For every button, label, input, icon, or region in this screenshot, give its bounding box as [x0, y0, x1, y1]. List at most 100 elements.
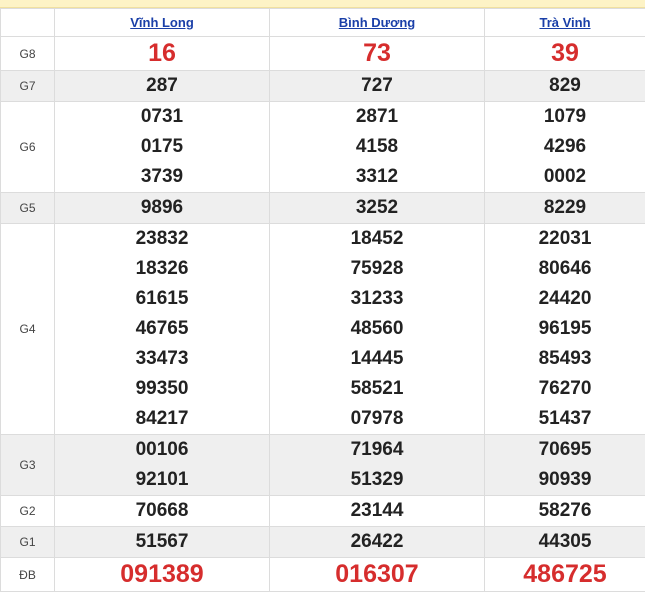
result-number: 9896 — [140, 197, 184, 218]
prize-row-6: G2 70668 23144 58276 — [0, 495, 645, 527]
result-number: 727 — [361, 75, 393, 96]
result-cell: 23832 18326 61615 46765 33473 99350 84217 — [54, 223, 270, 435]
result-cell: 26422 — [269, 526, 485, 558]
result-number: 22031 — [538, 228, 592, 249]
result-number: 76270 — [538, 378, 592, 399]
result-number: 44305 — [538, 531, 592, 552]
result-number: 58276 — [538, 500, 592, 521]
result-number: 23832 — [135, 228, 189, 249]
result-number: 96195 — [538, 318, 592, 339]
result-number: 00106 — [135, 439, 189, 460]
result-number: 51329 — [350, 469, 404, 490]
result-cell: 1079 4296 0002 — [484, 101, 645, 193]
result-number: 46765 — [135, 318, 189, 339]
prize-label: G4 — [0, 223, 55, 435]
province-link-binh-duong[interactable]: Bình Dương — [339, 15, 415, 30]
result-cell: 727 — [269, 70, 485, 102]
result-number: 92101 — [135, 469, 189, 490]
result-number: 73 — [363, 39, 391, 67]
prize-row-3: G5 9896 3252 8229 — [0, 192, 645, 224]
result-cell: 091389 — [54, 557, 270, 592]
result-cell: 23144 — [269, 495, 485, 527]
result-number: 26422 — [350, 531, 404, 552]
result-cell: 9896 — [54, 192, 270, 224]
prize-row-1: G7 287 727 829 — [0, 70, 645, 102]
result-cell: 44305 — [484, 526, 645, 558]
prize-label: G8 — [0, 36, 55, 71]
result-number: 70668 — [135, 500, 189, 521]
result-number: 14445 — [350, 348, 404, 369]
result-cell: 22031 80646 24420 96195 85493 76270 51437 — [484, 223, 645, 435]
prize-row-7: G1 51567 26422 44305 — [0, 526, 645, 558]
prize-label: G1 — [0, 526, 55, 558]
result-cell: 287 — [54, 70, 270, 102]
result-number: 0175 — [140, 136, 184, 157]
result-number: 39 — [551, 39, 579, 67]
result-number: 1079 — [543, 106, 587, 127]
prize-label: G2 — [0, 495, 55, 527]
province-header-row: Vĩnh Long Bình Dương Trà Vinh — [0, 8, 645, 37]
result-number: 23144 — [350, 500, 404, 521]
result-number: 33473 — [135, 348, 189, 369]
prize-row-5: G3 00106 92101 71964 51329 70695 90939 — [0, 434, 645, 496]
result-cell: 51567 — [54, 526, 270, 558]
result-number: 24420 — [538, 288, 592, 309]
result-number: 4158 — [355, 136, 399, 157]
top-banner-strip — [0, 0, 645, 8]
result-number: 71964 — [350, 439, 404, 460]
result-number: 091389 — [120, 560, 204, 588]
result-cell: 16 — [54, 36, 270, 71]
result-number: 3252 — [355, 197, 399, 218]
province-link-tra-vinh[interactable]: Trà Vinh — [539, 15, 590, 30]
prize-label: ĐB — [0, 557, 55, 592]
prize-label: G6 — [0, 101, 55, 193]
result-number: 90939 — [538, 469, 592, 490]
prize-row-0: G8 16 73 39 — [0, 36, 645, 71]
lottery-results-table: Vĩnh Long Bình Dương Trà Vinh G8 16 73 39 G7… — [0, 8, 645, 592]
prize-label: G3 — [0, 434, 55, 496]
result-number: 48560 — [350, 318, 404, 339]
result-number: 07978 — [350, 408, 404, 429]
result-cell: 70668 — [54, 495, 270, 527]
result-number: 8229 — [543, 197, 587, 218]
prize-row-8: ĐB 091389 016307 486725 — [0, 557, 645, 592]
result-cell: 18452 75928 31233 48560 14445 58521 07978 — [269, 223, 485, 435]
result-cell: 0731 0175 3739 — [54, 101, 270, 193]
result-cell: 8229 — [484, 192, 645, 224]
result-number: 4296 — [543, 136, 587, 157]
province-header-cell: Vĩnh Long — [54, 8, 270, 37]
result-number: 829 — [549, 75, 581, 96]
header-corner — [0, 8, 55, 37]
result-number: 99350 — [135, 378, 189, 399]
result-cell: 00106 92101 — [54, 434, 270, 496]
result-number: 0731 — [140, 106, 184, 127]
result-cell: 3252 — [269, 192, 485, 224]
result-number: 31233 — [350, 288, 404, 309]
prize-row-4: G4 23832 18326 61615 46765 33473 99350 84217 184… — [0, 223, 645, 435]
result-number: 80646 — [538, 258, 592, 279]
result-number: 84217 — [135, 408, 189, 429]
result-number: 61615 — [135, 288, 189, 309]
result-number: 2871 — [355, 106, 399, 127]
prize-row-2: G6 0731 0175 3739 2871 4158 3312 1079 4296 0002 — [0, 101, 645, 193]
result-number: 287 — [146, 75, 178, 96]
result-number: 3739 — [140, 166, 184, 187]
result-cell: 70695 90939 — [484, 434, 645, 496]
result-cell: 39 — [484, 36, 645, 71]
province-header-cell: Trà Vinh — [484, 8, 645, 37]
result-number: 51437 — [538, 408, 592, 429]
result-cell: 016307 — [269, 557, 485, 592]
result-cell: 486725 — [484, 557, 645, 592]
result-number: 75928 — [350, 258, 404, 279]
province-header-cell: Bình Dương — [269, 8, 485, 37]
result-number: 58521 — [350, 378, 404, 399]
result-cell: 58276 — [484, 495, 645, 527]
result-number: 3312 — [355, 166, 399, 187]
prize-label: G7 — [0, 70, 55, 102]
result-number: 16 — [148, 39, 176, 67]
prize-label: G5 — [0, 192, 55, 224]
result-number: 18452 — [350, 228, 404, 249]
result-cell: 829 — [484, 70, 645, 102]
result-cell: 71964 51329 — [269, 434, 485, 496]
province-link-vinh-long[interactable]: Vĩnh Long — [130, 15, 194, 30]
